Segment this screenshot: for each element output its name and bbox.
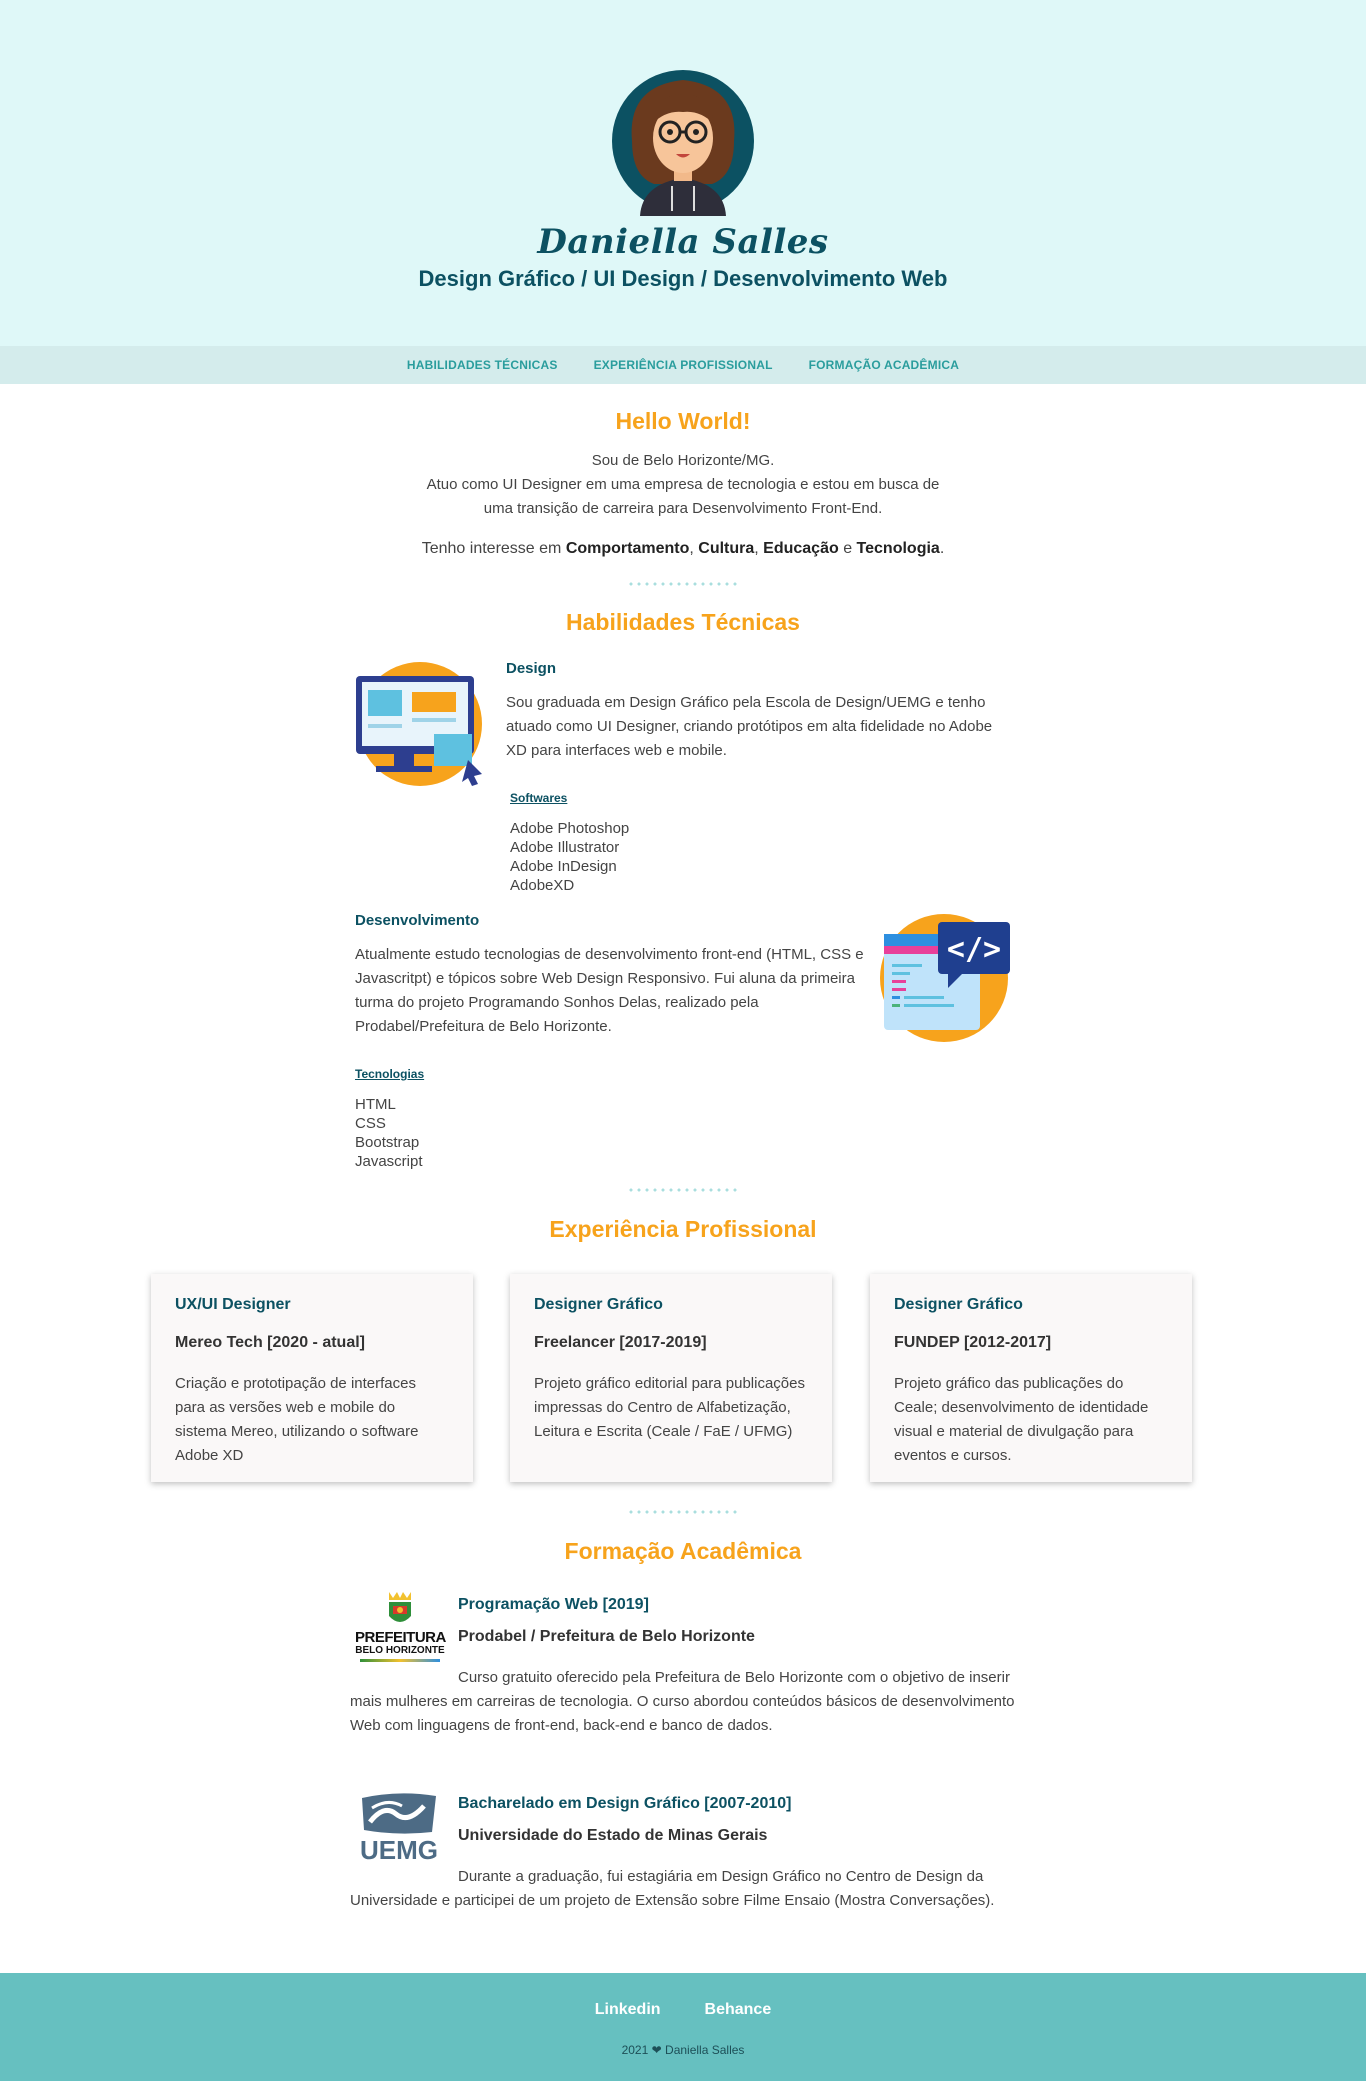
list-item: Adobe Illustrator	[510, 839, 620, 856]
experience-role: Designer Gráfico	[894, 1296, 1023, 1313]
interest-item: Comportamento	[565, 540, 690, 557]
list-item: Bootstrap	[355, 1134, 420, 1151]
avatar	[612, 70, 754, 216]
prefeitura-logo-line2: BELO HORIZONTE	[355, 1645, 445, 1656]
interest-separator: ,	[689, 540, 699, 557]
design-title: Design	[506, 660, 557, 677]
copyright: 2021 ❤ Daniella Salles	[0, 2043, 1366, 2057]
profile-header: Daniella Salles Design Gráfico / UI Desi…	[0, 0, 1366, 346]
copyright-author: Daniella Salles	[665, 2043, 745, 2057]
nav-link-formacao[interactable]: FORMAÇÃO ACADÊMICA	[809, 358, 959, 372]
section-divider	[627, 1188, 739, 1192]
logo-stripe	[360, 1659, 440, 1662]
uemg-logo-text: UEMG	[360, 1835, 438, 1865]
experience-card: Designer Gráfico FUNDEP [2012-2017] Proj…	[870, 1274, 1192, 1482]
intro-section: Hello World! Sou de Belo Horizonte/MG. A…	[0, 408, 1366, 561]
uemg-mark-icon	[362, 1793, 436, 1834]
education-desc: Curso gratuito oferecido pela Prefeitura…	[350, 1669, 1015, 1734]
education-course: Programação Web [2019]	[458, 1596, 649, 1613]
profile-name: Daniella Salles	[537, 222, 829, 262]
prefeitura-logo: PREFEITURA BELO HORIZONTE	[355, 1590, 446, 1670]
prefeitura-logo-line1: PREFEITURA	[355, 1629, 446, 1646]
interest-end: .	[939, 540, 945, 557]
list-item: HTML	[355, 1096, 396, 1113]
interest-item: Educação	[763, 540, 839, 557]
list-item: Adobe Photoshop	[510, 820, 630, 837]
education-institution: Universidade do Estado de Minas Gerais	[458, 1827, 768, 1844]
section-divider	[627, 582, 739, 586]
dev-skill: Desenvolvimento Atualmente estudo tecnol…	[355, 912, 865, 1039]
profile-subtitle: Design Gráfico / UI Design / Desenvolvim…	[418, 266, 948, 291]
behance-link[interactable]: Behance	[705, 2001, 772, 2019]
tecnologias-block: Tecnologias HTML CSS Bootstrap Javascrip…	[355, 1065, 424, 1171]
experience-company: Freelancer [2017-2019]	[534, 1334, 707, 1351]
code-window-icon: </>	[880, 914, 1010, 1042]
softwares-link[interactable]: Softwares	[510, 791, 567, 805]
list-item: CSS	[355, 1115, 386, 1132]
svg-text:</>: </>	[947, 932, 1001, 967]
design-text: Sou graduada em Design Gráfico pela Esco…	[506, 694, 993, 759]
linkedin-link[interactable]: Linkedin	[595, 2001, 661, 2019]
main-nav: HABILIDADES TÉCNICAS EXPERIÊNCIA PROFISS…	[0, 346, 1366, 384]
experience-desc: Projeto gráfico das publicações do Ceale…	[894, 1375, 1149, 1464]
experience-role: Designer Gráfico	[534, 1296, 663, 1313]
list-item: Javascript	[355, 1153, 423, 1170]
coat-of-arms-icon	[389, 1592, 411, 1622]
interest-item: Cultura	[698, 540, 755, 557]
softwares-block: Softwares Adobe Photoshop Adobe Illustra…	[510, 789, 629, 895]
copyright-year: 2021	[621, 2043, 649, 2057]
interest-separator: e	[838, 540, 857, 557]
experience-card: Designer Gráfico Freelancer [2017-2019] …	[510, 1274, 832, 1482]
softwares-list: Adobe Photoshop Adobe Illustrator Adobe …	[510, 819, 629, 895]
intro-line: Sou de Belo Horizonte/MG.	[591, 452, 775, 469]
experience-company: Mereo Tech [2020 - atual]	[175, 1334, 365, 1351]
intro-title: Hello World!	[615, 408, 751, 434]
nav-link-experiencia[interactable]: EXPERIÊNCIA PROFISSIONAL	[594, 358, 773, 372]
education-institution: Prodabel / Prefeitura de Belo Horizonte	[458, 1628, 755, 1645]
design-skill: Design Sou graduada em Design Gráfico pe…	[506, 660, 1006, 763]
education-title: Formação Acadêmica	[564, 1538, 802, 1564]
education-desc: Durante a graduação, fui estagiária em D…	[350, 1868, 995, 1909]
tecnologias-list: HTML CSS Bootstrap Javascript	[355, 1095, 424, 1171]
experience-title: Experiência Profissional	[549, 1216, 817, 1242]
education-item: Programação Web [2019] Prodabel / Prefei…	[458, 1596, 1018, 1646]
footer-links: Linkedin Behance	[0, 2001, 1366, 2019]
education-course: Bacharelado em Design Gráfico [2007-2010…	[458, 1795, 792, 1812]
dev-text: Atualmente estudo tecnologias de desenvo…	[355, 946, 864, 1035]
experience-company: FUNDEP [2012-2017]	[894, 1334, 1052, 1351]
intro-line: uma transição de carreira para Desenvolv…	[483, 500, 883, 517]
experience-role: UX/UI Designer	[175, 1296, 291, 1313]
skills-title: Habilidades Técnicas	[566, 609, 800, 635]
experience-card: UX/UI Designer Mereo Tech [2020 - atual]…	[151, 1274, 473, 1482]
list-item: Adobe InDesign	[510, 858, 617, 875]
dev-title: Desenvolvimento	[355, 912, 480, 929]
interests-prefix: Tenho interesse em	[421, 540, 566, 557]
intro-text: Sou de Belo Horizonte/MG. Atuo como UI D…	[0, 449, 1366, 521]
experience-desc: Projeto gráfico editorial para publicaçõ…	[534, 1375, 805, 1440]
education-item: Bacharelado em Design Gráfico [2007-2010…	[458, 1795, 1018, 1845]
heart-icon: ❤	[651, 2043, 662, 2057]
list-item: AdobeXD	[510, 877, 575, 894]
experience-desc: Criação e prototipação de interfaces par…	[175, 1375, 419, 1464]
uemg-logo: UEMG	[358, 1792, 440, 1866]
footer: Linkedin Behance 2021 ❤ Daniella Salles	[0, 1973, 1366, 2081]
tecnologias-link[interactable]: Tecnologias	[355, 1067, 424, 1081]
interests-line: Tenho interesse em Comportamento, Cultur…	[0, 537, 1366, 561]
interest-item: Tecnologia	[856, 540, 940, 557]
design-monitor-icon	[356, 662, 482, 786]
intro-line: Atuo como UI Designer em uma empresa de …	[426, 476, 940, 493]
nav-link-habilidades[interactable]: HABILIDADES TÉCNICAS	[407, 358, 558, 372]
interest-separator: ,	[754, 540, 764, 557]
section-divider	[627, 1510, 739, 1514]
